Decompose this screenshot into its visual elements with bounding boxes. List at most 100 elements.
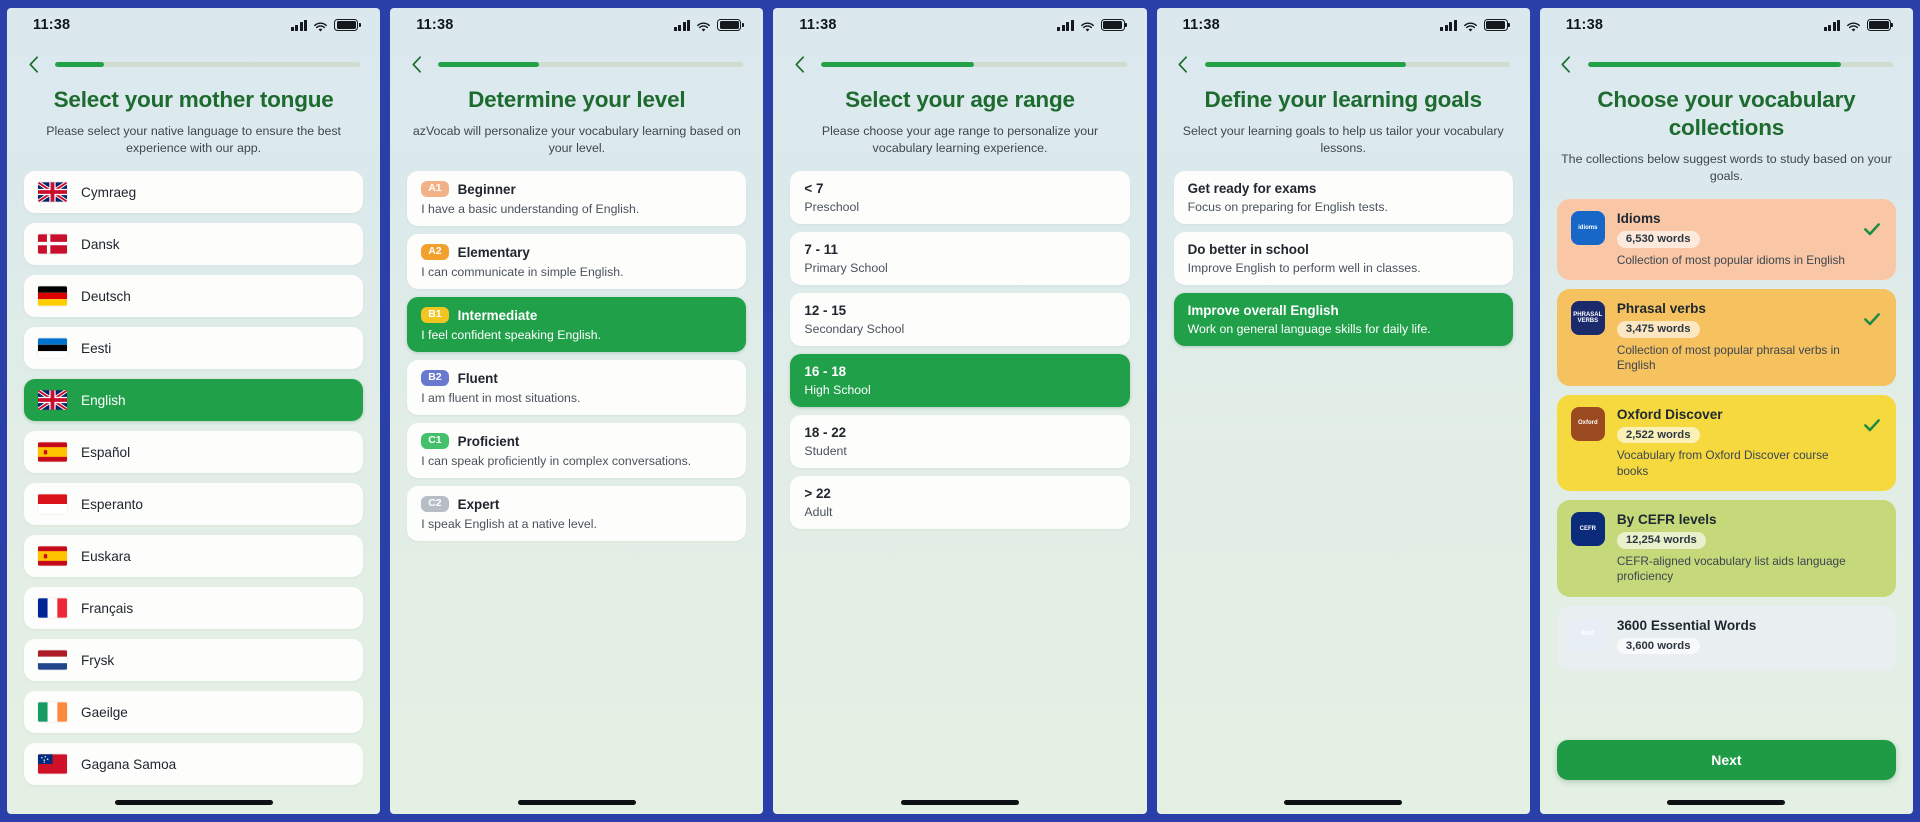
language-option[interactable]: Euskara <box>24 535 364 577</box>
collection-card[interactable]: 4000 3600 Essential Words 3,600 words <box>1556 605 1897 671</box>
learning-goal-option[interactable]: Do better in school Improve English to pe… <box>1173 232 1513 285</box>
nav-row <box>1540 42 1913 76</box>
age-range-label: 16 - 18 <box>804 364 847 379</box>
screen-header: Select your age range Please choose your… <box>773 76 1146 157</box>
collection-checkmark-empty[interactable] <box>1862 520 1882 540</box>
page-title: Select your mother tongue <box>53 87 334 112</box>
age-range-option[interactable]: < 7 Preschool <box>790 171 1130 224</box>
collection-checkmark[interactable] <box>1862 415 1882 435</box>
language-option[interactable]: Gagana Samoa <box>24 743 364 785</box>
back-button[interactable] <box>23 52 43 76</box>
learning-goal-option[interactable]: Improve overall English Work on general l… <box>1173 293 1513 346</box>
back-button[interactable] <box>1173 52 1193 76</box>
level-option[interactable]: A2 Elementary I can communicate in simple … <box>407 234 747 290</box>
collection-checkmark[interactable] <box>1862 219 1882 239</box>
home-indicator <box>517 800 636 805</box>
language-option[interactable]: Cymraeg <box>24 171 364 213</box>
collection-checkmark-empty[interactable] <box>1862 626 1882 646</box>
status-bar: 11:38 <box>1540 8 1913 42</box>
progress-bar <box>55 61 361 67</box>
collection-description: Vocabulary from Oxford Discover course b… <box>1616 448 1829 478</box>
level-option[interactable]: C1 Proficient I can speak proficiently in … <box>407 423 747 479</box>
phone-screen-learning-goals: 11:38 Define your learning goals Select … <box>1156 8 1530 814</box>
collection-card[interactable]: Oxford Oxford Discover 2,522 words Vocabula… <box>1556 394 1897 491</box>
level-title: Fluent <box>457 370 498 386</box>
collection-thumbnail-label: PHRASAL VERBS <box>1573 311 1603 324</box>
language-label: Cymraeg <box>81 184 137 200</box>
collection-thumbnail: idioms <box>1570 211 1605 245</box>
back-button[interactable] <box>789 52 809 76</box>
battery-icon <box>334 19 361 31</box>
status-bar: 11:38 <box>773 8 1146 42</box>
home-indicator <box>901 800 1019 805</box>
wifi-icon <box>696 20 711 32</box>
language-label: Español <box>81 444 131 460</box>
collection-checkmark[interactable] <box>1862 309 1882 329</box>
learning-goals-list[interactable]: Get ready for exams Focus on preparing fo… <box>1157 157 1530 814</box>
status-clock: 11:38 <box>1565 17 1604 33</box>
status-icons <box>1057 19 1127 32</box>
age-range-label: > 22 <box>804 486 831 501</box>
age-range-option[interactable]: > 22 Adult <box>790 476 1130 529</box>
age-range-sublabel: Secondary School <box>804 322 905 336</box>
battery-icon <box>1100 19 1127 31</box>
learning-goal-option[interactable]: Get ready for exams Focus on preparing fo… <box>1173 171 1513 224</box>
progress-bar <box>1204 61 1510 67</box>
back-button[interactable] <box>406 52 426 76</box>
nav-row <box>1157 42 1530 76</box>
goal-title: Do better in school <box>1187 242 1309 257</box>
battery-icon <box>717 19 744 31</box>
phone-screen-vocabulary-collections: 11:38 Choose your vocabulary collections… <box>1539 8 1914 814</box>
level-list[interactable]: A1 Beginner I have a basic understanding o… <box>390 157 763 814</box>
language-option[interactable]: Français <box>24 587 364 629</box>
level-option[interactable]: C2 Expert I speak English at a native leve… <box>407 486 747 542</box>
battery-icon <box>1867 19 1894 31</box>
phone-screen-age-range: 11:38 Select your age range Please choos… <box>773 8 1147 814</box>
level-option[interactable]: A1 Beginner I have a basic understanding o… <box>407 171 747 227</box>
cellular-signal-icon <box>290 19 308 31</box>
language-option[interactable]: Eesti <box>24 327 364 369</box>
language-option[interactable]: Gaeilge <box>24 691 364 733</box>
back-button[interactable] <box>1556 52 1576 76</box>
language-label: Esperanto <box>81 496 143 512</box>
next-button[interactable]: Next <box>1556 740 1897 780</box>
collection-card[interactable]: CEFR By CEFR levels 12,254 words CEFR-align… <box>1556 500 1897 597</box>
collection-thumbnail-label: Oxford <box>1577 420 1598 427</box>
language-list[interactable]: Cymraeg Dansk Deutsch Eesti English Español Es… <box>7 157 380 814</box>
language-option[interactable]: Español <box>24 431 364 473</box>
collection-word-count: 3,600 words <box>1616 637 1700 654</box>
collection-thumbnail-label: 4000 <box>1581 631 1595 638</box>
language-option[interactable]: Esperanto <box>24 483 364 525</box>
language-label: Eesti <box>81 340 112 356</box>
level-option[interactable]: B2 Fluent I am fluent in most situations. <box>407 360 747 416</box>
screen-header: Define your learning goals Select your l… <box>1157 76 1530 157</box>
level-badge: B1 <box>421 307 449 324</box>
check-icon <box>1864 223 1880 236</box>
wifi-icon <box>1463 20 1478 32</box>
collection-card[interactable]: idioms Idioms 6,530 words Collection of mos… <box>1556 199 1897 280</box>
collection-card[interactable]: PHRASAL VERBS Phrasal verbs 3,475 words Col… <box>1556 289 1897 386</box>
level-option[interactable]: B1 Intermediate I feel confident speaking … <box>407 297 747 353</box>
age-range-option[interactable]: 7 - 11 Primary School <box>790 232 1130 285</box>
age-range-list[interactable]: < 7 Preschool 7 - 11 Primary School 12 - 15 S… <box>773 157 1146 814</box>
cellular-signal-icon <box>1440 19 1457 31</box>
age-range-option[interactable]: 12 - 15 Secondary School <box>790 293 1130 346</box>
age-range-label: 12 - 15 <box>804 303 847 318</box>
language-option[interactable]: Deutsch <box>24 275 364 317</box>
age-range-option[interactable]: 16 - 18 High School <box>790 354 1130 407</box>
level-description: I have a basic understanding of English. <box>421 202 640 217</box>
page-title: Select your age range <box>845 87 1075 112</box>
language-label: English <box>81 392 126 408</box>
flag-icon <box>38 754 67 774</box>
collection-word-count: 3,475 words <box>1616 321 1700 338</box>
language-option[interactable]: Dansk <box>24 223 364 265</box>
age-range-option[interactable]: 18 - 22 Student <box>790 415 1130 468</box>
language-option[interactable]: Frysk <box>24 639 364 681</box>
nav-row <box>7 42 380 76</box>
collection-title: 3600 Essential Words <box>1616 617 1757 633</box>
collection-thumbnail: PHRASAL VERBS <box>1570 301 1605 335</box>
language-label: Dansk <box>81 236 120 252</box>
collections-list[interactable]: idioms Idioms 6,530 words Collection of mos… <box>1540 185 1913 814</box>
language-option[interactable]: English <box>24 379 364 421</box>
collection-description: Collection of most popular idioms in Eng… <box>1616 252 1845 267</box>
